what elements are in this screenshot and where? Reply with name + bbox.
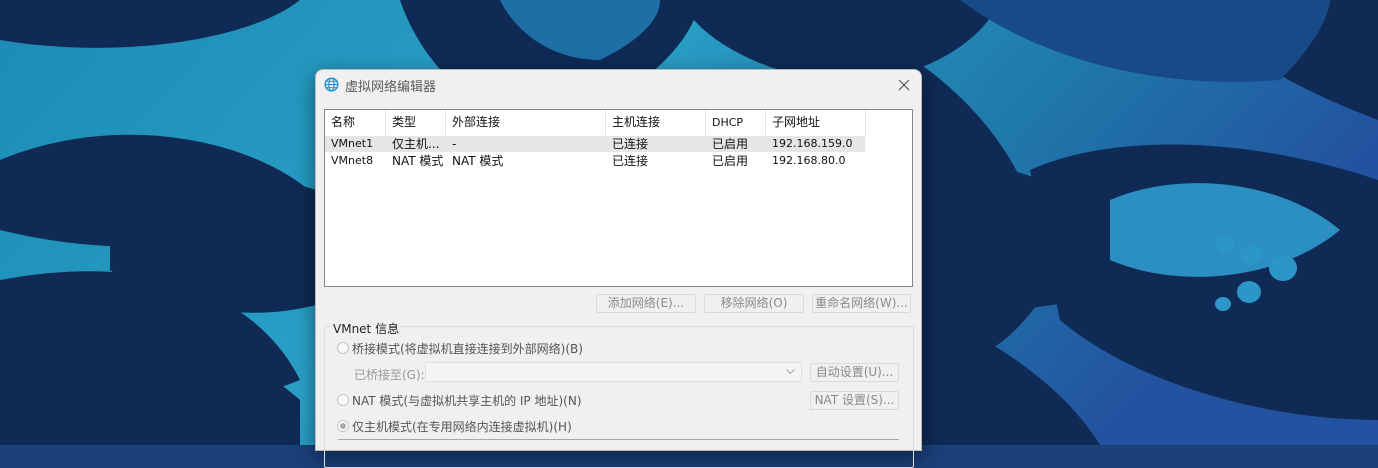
cell-name: VMnet1 [331, 137, 374, 150]
divider [338, 439, 899, 440]
rename-network-button[interactable]: 重命名网络(W)... [812, 294, 911, 313]
column-header-host[interactable]: 主机连接 [606, 110, 706, 135]
nat-settings-button[interactable]: NAT 设置(S)... [810, 391, 899, 410]
cell-dhcp: 已启用 [712, 154, 749, 168]
remove-network-button[interactable]: 移除网络(O) [704, 294, 804, 313]
cell-dhcp: 已启用 [712, 137, 749, 151]
column-header-dhcp[interactable]: DHCP [706, 110, 766, 135]
nat-mode-radio[interactable] [337, 394, 349, 406]
bridged-to-label: 已桥接至(G): [354, 368, 425, 382]
chevron-down-icon [786, 369, 795, 375]
cell-name: VMnet8 [331, 154, 374, 167]
virtual-network-editor-dialog: 虚拟网络编辑器 名称 类型 外部连接 主机连接 DHCP 子网地址 VMnet1… [315, 69, 922, 468]
cell-subnet: 192.168.80.0 [772, 154, 846, 167]
bridged-mode-radio[interactable] [337, 342, 349, 354]
column-header-type[interactable]: 类型 [386, 110, 446, 135]
bridged-to-select[interactable] [425, 362, 802, 382]
table-row[interactable]: VMnet8 NAT 模式 NAT 模式 已连接 已启用 192.168.80.… [325, 153, 865, 169]
column-header-subnet[interactable]: 子网地址 [766, 110, 866, 135]
cell-type: 仅主机... [392, 137, 440, 151]
close-icon [898, 79, 910, 91]
bridged-mode-label[interactable]: 桥接模式(将虚拟机直接连接到外部网络)(B) [352, 340, 583, 357]
cell-host: 已连接 [612, 154, 649, 168]
host-only-mode-radio[interactable] [337, 420, 349, 432]
add-network-button[interactable]: 添加网络(E)... [596, 294, 696, 313]
network-globe-icon [324, 77, 339, 92]
cell-host: 已连接 [612, 137, 649, 151]
dialog-title: 虚拟网络编辑器 [345, 80, 437, 95]
host-only-mode-label[interactable]: 仅主机模式(在专用网络内连接虚拟机)(H) [352, 418, 572, 435]
column-header-external[interactable]: 外部连接 [446, 110, 606, 135]
network-list[interactable]: 名称 类型 外部连接 主机连接 DHCP 子网地址 VMnet1 仅主机... … [324, 109, 913, 287]
cell-type: NAT 模式 [392, 154, 444, 168]
title-bar[interactable]: 虚拟网络编辑器 [316, 70, 921, 100]
auto-settings-button[interactable]: 自动设置(U)... [810, 363, 899, 382]
vmnet-info-title: VMnet 信息 [332, 320, 401, 337]
nat-mode-label[interactable]: NAT 模式(与虚拟机共享主机的 IP 地址)(N) [352, 392, 582, 409]
cell-external: NAT 模式 [452, 154, 504, 168]
close-button[interactable] [893, 74, 915, 96]
cell-external: - [452, 137, 457, 151]
column-header-name[interactable]: 名称 [325, 110, 386, 135]
list-header: 名称 类型 外部连接 主机连接 DHCP 子网地址 [325, 110, 866, 135]
cell-subnet: 192.168.159.0 [772, 137, 853, 150]
table-row[interactable]: VMnet1 仅主机... - 已连接 已启用 192.168.159.0 [325, 136, 865, 152]
